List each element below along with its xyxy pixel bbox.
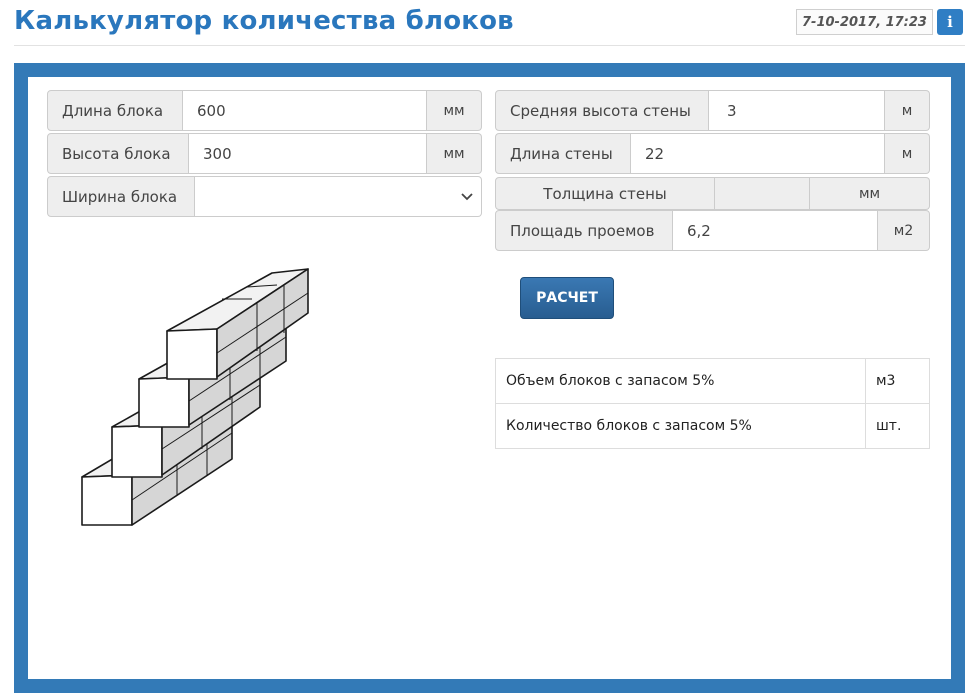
- calculator-panel: Длина блока 600 мм Высота блока 300 мм Ш…: [28, 77, 951, 679]
- wall-height-group: Средняя высота стены 3 м: [495, 90, 930, 131]
- block-height-group: Высота блока 300 мм: [47, 133, 482, 174]
- table-row: Количество блоков с запасом 5% шт.: [495, 403, 930, 449]
- openings-area-unit: м2: [878, 210, 930, 251]
- chevron-down-icon: [461, 192, 473, 200]
- wall-length-label: Длина стены: [495, 133, 631, 174]
- title-divider: [14, 45, 965, 46]
- calculator-frame: Длина блока 600 мм Высота блока 300 мм Ш…: [14, 63, 965, 693]
- block-height-input[interactable]: 300: [189, 133, 427, 174]
- openings-area-group: Площадь проемов 6,2 м2: [495, 210, 930, 251]
- wall-height-input[interactable]: 3: [709, 90, 885, 131]
- openings-area-label: Площадь проемов: [495, 210, 673, 251]
- wall-thickness-input[interactable]: [715, 177, 810, 210]
- calculate-button[interactable]: РАСЧЕТ: [520, 277, 614, 319]
- brick-wall-illustration: [81, 268, 309, 526]
- block-width-select[interactable]: [195, 176, 482, 217]
- wall-thickness-label: Толщина стены: [495, 177, 715, 210]
- result-volume-label: Объем блоков с запасом 5%: [495, 358, 866, 404]
- wall-length-unit: м: [885, 133, 930, 174]
- result-count-unit: шт.: [865, 403, 930, 449]
- block-length-label: Длина блока: [47, 90, 183, 131]
- openings-area-input[interactable]: 6,2: [673, 210, 878, 251]
- block-height-label: Высота блока: [47, 133, 189, 174]
- wall-thickness-unit: мм: [810, 177, 930, 210]
- block-length-input[interactable]: 600: [183, 90, 427, 131]
- wall-thickness-group: Толщина стены мм: [495, 177, 930, 210]
- table-row: Объем блоков с запасом 5% м3: [495, 358, 930, 404]
- block-width-label: Ширина блока: [47, 176, 195, 217]
- block-length-group: Длина блока 600 мм: [47, 90, 482, 131]
- block-height-unit: мм: [427, 133, 482, 174]
- block-length-unit: мм: [427, 90, 482, 131]
- wall-height-label: Средняя высота стены: [495, 90, 709, 131]
- page-title: Калькулятор количества блоков: [14, 6, 514, 36]
- result-count-label: Количество блоков с запасом 5%: [495, 403, 866, 449]
- wall-length-group: Длина стены 22 м: [495, 133, 930, 174]
- wall-height-unit: м: [885, 90, 930, 131]
- block-width-group: Ширина блока: [47, 176, 482, 217]
- result-volume-unit: м3: [865, 358, 930, 404]
- results-table: Объем блоков с запасом 5% м3 Количество …: [495, 358, 930, 449]
- info-icon[interactable]: i: [937, 9, 963, 35]
- datetime-badge: 7-10-2017, 17:23: [796, 9, 933, 35]
- wall-length-input[interactable]: 22: [631, 133, 885, 174]
